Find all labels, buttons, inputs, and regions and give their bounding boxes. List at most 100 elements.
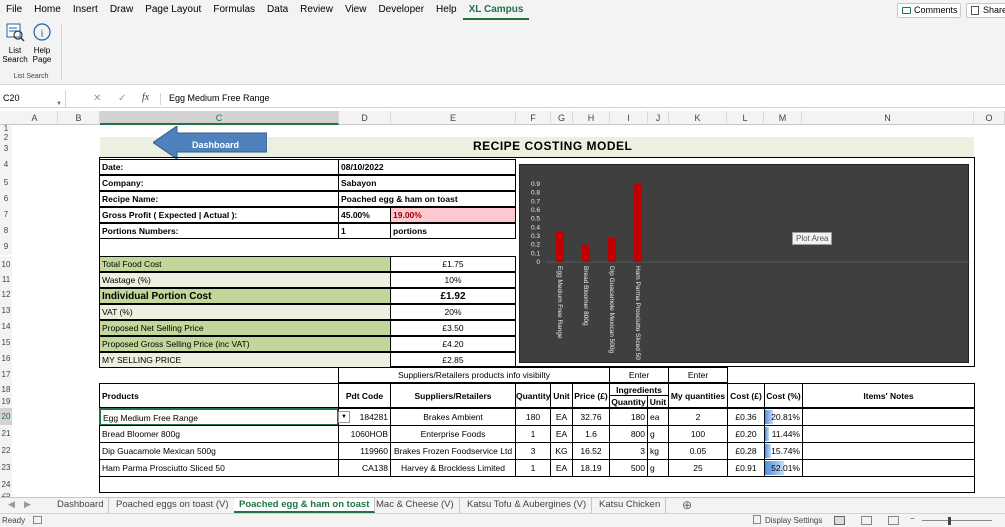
tab-home[interactable]: Home bbox=[28, 0, 67, 20]
cancel-icon[interactable]: ✕ bbox=[93, 93, 101, 104]
row-header[interactable]: 6 bbox=[0, 191, 12, 207]
row-header[interactable]: 12 bbox=[0, 287, 12, 303]
help-page-button[interactable]: i Help Page bbox=[29, 22, 55, 64]
item-supplier[interactable]: Brakes Ambient bbox=[390, 408, 516, 426]
zoom-slider[interactable] bbox=[922, 520, 992, 521]
row-header[interactable]: 17 bbox=[0, 367, 12, 383]
item-code[interactable]: 119960 bbox=[338, 442, 391, 460]
chart-bar[interactable] bbox=[608, 237, 616, 262]
tab-file[interactable]: File bbox=[0, 0, 28, 20]
row-header[interactable]: 23 bbox=[0, 459, 12, 476]
summary-value[interactable]: 20% bbox=[390, 304, 516, 320]
row-header[interactable]: 18 bbox=[0, 383, 12, 396]
dashboard-button[interactable]: Dashboard bbox=[192, 140, 239, 150]
row-header[interactable]: 19 bbox=[0, 396, 12, 408]
column-header[interactable]: G bbox=[551, 111, 573, 125]
normal-view-icon[interactable] bbox=[834, 516, 845, 525]
item-qty[interactable]: 180 bbox=[515, 408, 551, 426]
item-qty[interactable]: 3 bbox=[515, 442, 551, 460]
tab-formulas[interactable]: Formulas bbox=[207, 0, 261, 20]
row-header[interactable]: 13 bbox=[0, 303, 12, 319]
column-header[interactable]: E bbox=[391, 111, 516, 125]
item-ing-qty[interactable]: 3 bbox=[609, 442, 648, 460]
item-unit[interactable]: EA bbox=[550, 408, 573, 426]
row-header[interactable]: 11 bbox=[0, 272, 12, 288]
display-settings[interactable]: Display Settings bbox=[765, 516, 822, 525]
column-header[interactable]: H bbox=[573, 111, 610, 125]
column-header[interactable]: D bbox=[339, 111, 391, 125]
row-header[interactable]: 24 bbox=[0, 476, 12, 493]
tab-help[interactable]: Help bbox=[430, 0, 463, 20]
item-supplier[interactable]: Enterprise Foods bbox=[390, 425, 516, 443]
column-header[interactable]: A bbox=[12, 111, 58, 125]
row-header[interactable]: 1 bbox=[0, 125, 12, 133]
sheet-tab-mac-cheese[interactable]: Mac & Cheese (V) bbox=[371, 498, 460, 513]
item-product[interactable]: Egg Medium Free Range bbox=[99, 408, 339, 426]
row-header[interactable]: 8 bbox=[0, 223, 12, 239]
tab-draw[interactable]: Draw bbox=[104, 0, 139, 20]
page-break-view-icon[interactable] bbox=[888, 516, 899, 525]
item-unit[interactable]: EA bbox=[550, 425, 573, 443]
tab-xl-campus[interactable]: XL Campus bbox=[462, 0, 530, 20]
item-supplier[interactable]: Brakes Frozen Foodservice Ltd bbox=[390, 442, 516, 460]
item-code[interactable]: 1060HOB bbox=[338, 425, 391, 443]
row-header[interactable]: 10 bbox=[0, 257, 12, 273]
add-sheet-icon[interactable]: ⊕ bbox=[682, 498, 692, 512]
display-settings-icon[interactable] bbox=[753, 515, 761, 524]
item-my-qty[interactable]: 100 bbox=[668, 425, 728, 443]
item-price[interactable]: 1.6 bbox=[572, 425, 610, 443]
name-box[interactable]: C20 ▼ bbox=[0, 90, 66, 107]
item-cost-pct[interactable]: 20.81% bbox=[764, 408, 803, 426]
item-price[interactable]: 16.52 bbox=[572, 442, 610, 460]
check-icon[interactable]: ✓ bbox=[118, 93, 126, 104]
tab-review[interactable]: Review bbox=[294, 0, 339, 20]
item-ing-qty[interactable]: 180 bbox=[609, 408, 648, 426]
item-cost-pct[interactable]: 15.74% bbox=[764, 442, 803, 460]
tab-developer[interactable]: Developer bbox=[372, 0, 430, 20]
summary-value[interactable]: 10% bbox=[390, 272, 516, 288]
empty-row[interactable] bbox=[99, 475, 975, 493]
item-cost-pct[interactable]: 11.44% bbox=[764, 425, 803, 443]
item-cost[interactable]: £0.20 bbox=[727, 425, 765, 443]
zoom-slider-thumb[interactable] bbox=[948, 517, 951, 525]
sheet-tab-katsu-chicken[interactable]: Katsu Chicken bbox=[594, 498, 667, 513]
tab-insert[interactable]: Insert bbox=[67, 0, 104, 20]
item-ing-unit[interactable]: ea bbox=[647, 408, 669, 426]
summary-value[interactable]: £2.85 bbox=[390, 352, 516, 368]
row-header[interactable]: 20 bbox=[0, 408, 12, 425]
column-header[interactable]: N bbox=[802, 111, 974, 125]
item-ing-unit[interactable]: kg bbox=[647, 442, 669, 460]
item-cost[interactable]: £0.28 bbox=[727, 442, 765, 460]
gross-profit-expected[interactable]: 45.00% bbox=[338, 207, 391, 223]
item-my-qty[interactable]: 2 bbox=[668, 408, 728, 426]
item-product[interactable]: Dip Guacamole Mexican 500g bbox=[99, 442, 339, 460]
item-notes[interactable] bbox=[802, 408, 975, 426]
portions-value[interactable]: 1 bbox=[338, 223, 391, 239]
function-icon[interactable]: fx bbox=[142, 92, 149, 103]
item-ing-unit[interactable]: g bbox=[647, 425, 669, 443]
column-header[interactable]: F bbox=[516, 111, 551, 125]
comments-button[interactable]: Comments bbox=[897, 3, 961, 18]
item-price[interactable]: 32.76 bbox=[572, 408, 610, 426]
cost-chart[interactable]: 0 0.1 0.2 0.3 0.4 0.5 0.6 0.7 0.8 0.9 Egg Medium F… bbox=[519, 164, 970, 363]
formula-input[interactable]: Egg Medium Free Range bbox=[169, 90, 270, 107]
column-header[interactable]: L bbox=[727, 111, 764, 125]
page-layout-view-icon[interactable] bbox=[861, 516, 872, 525]
row-header[interactable]: 22 bbox=[0, 442, 12, 459]
dropdown-arrow-icon[interactable]: ▼ bbox=[338, 411, 350, 423]
row-header[interactable]: 7 bbox=[0, 207, 12, 223]
date-value[interactable]: 08/10/2022 bbox=[338, 159, 516, 175]
row-header[interactable]: 14 bbox=[0, 319, 12, 335]
item-ing-qty[interactable]: 800 bbox=[609, 425, 648, 443]
tab-data[interactable]: Data bbox=[261, 0, 294, 20]
row-header[interactable]: 2 bbox=[0, 133, 12, 143]
column-header[interactable]: M bbox=[764, 111, 802, 125]
share-button[interactable]: Share bbox=[966, 3, 1005, 18]
row-header[interactable]: 3 bbox=[0, 143, 12, 155]
macro-record-icon[interactable] bbox=[33, 516, 42, 524]
chart-bar[interactable] bbox=[556, 230, 564, 262]
item-cost[interactable]: £0.36 bbox=[727, 408, 765, 426]
column-header[interactable]: C bbox=[100, 111, 339, 125]
row-header[interactable]: 21 bbox=[0, 425, 12, 442]
row-header[interactable]: 15 bbox=[0, 335, 12, 351]
